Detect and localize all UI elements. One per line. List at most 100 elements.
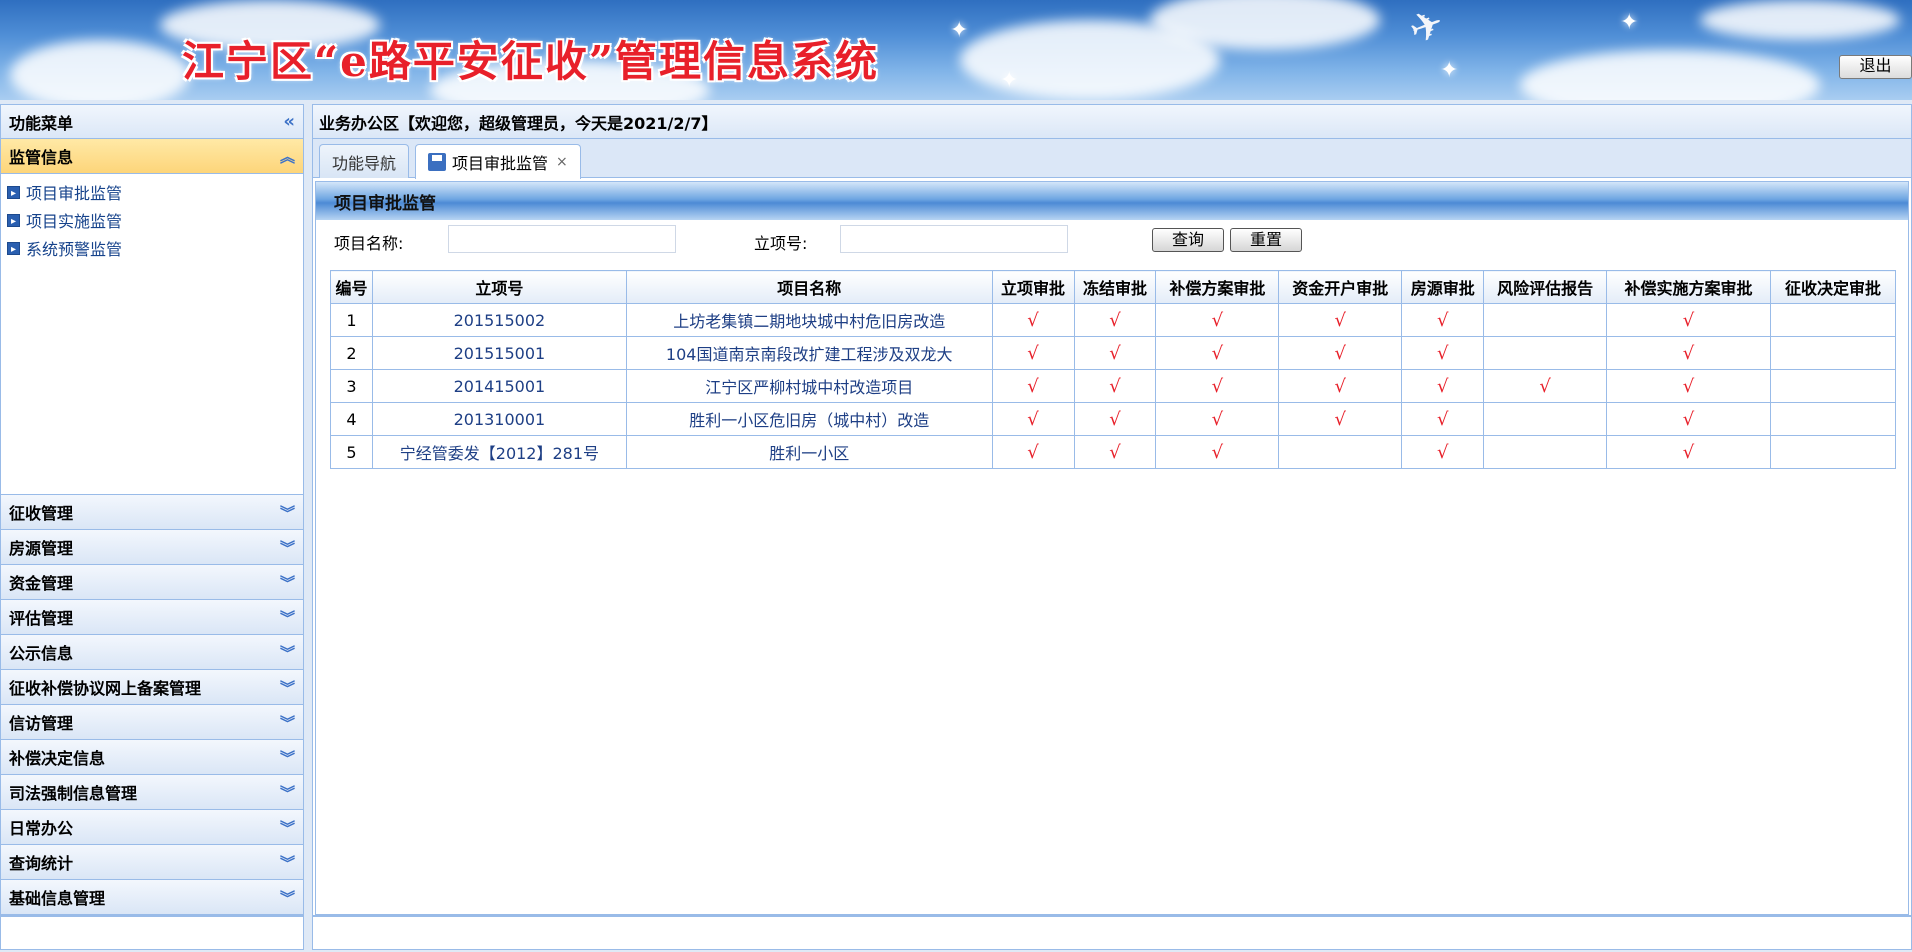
sidebar-item-project-implementation[interactable]: ▸ 项目实施监管 (1, 206, 303, 234)
column-header[interactable]: 资金开户审批 (1278, 270, 1403, 304)
table-row[interactable]: 3 201415001 江宁区严柳村城中村改造项目 √ √ √ √ √ √ √ (330, 369, 1897, 403)
panel-title: 项目审批监管 (316, 182, 1908, 220)
column-header[interactable]: 房源审批 (1401, 270, 1485, 304)
sidebar-section-label: 征收补偿协议网上备案管理 (9, 679, 202, 698)
column-header[interactable]: 冻结审批 (1073, 270, 1157, 304)
sidebar-section[interactable]: 评估管理 ︾ (1, 600, 303, 635)
sidebar-section[interactable]: 房源管理 ︾ (1, 530, 303, 565)
column-header[interactable]: 补偿实施方案审批 (1606, 270, 1771, 304)
chevron-up-icon[interactable]: ︽ (280, 146, 295, 167)
sidebar-section[interactable]: 公示信息 ︾ (1, 635, 303, 670)
sidebar-section-label: 基础信息管理 (9, 889, 106, 908)
approval-check-cell (1769, 369, 1897, 403)
column-header[interactable]: 补偿方案审批 (1155, 270, 1280, 304)
reset-button[interactable]: 重置 (1230, 228, 1302, 252)
collapse-left-icon[interactable]: « (283, 111, 295, 132)
project-code-input[interactable] (840, 225, 1068, 253)
project-name-cell[interactable]: 胜利一小区危旧房（城中村）改造 (625, 402, 993, 436)
column-header[interactable]: 立项号 (371, 270, 627, 304)
sidebar-title: 功能菜单 (9, 113, 74, 133)
approval-table: 编号 立项号 项目名称 立项审批 冻结审批 补偿方案审批 资金开户审批 房源审批 风险评估报告补… (330, 270, 1897, 469)
chevron-down-icon[interactable]: ︾ (280, 607, 295, 628)
sidebar-section-label: 资金管理 (9, 574, 74, 593)
project-name-cell[interactable]: 104国道南京南段改扩建工程涉及双龙大 (625, 336, 993, 370)
close-icon[interactable]: × (556, 154, 568, 170)
chevron-down-icon[interactable]: ︾ (280, 817, 295, 838)
tab-bar: 功能导航 项目审批监管 × (313, 139, 1911, 179)
sidebar-item-system-warning[interactable]: ▸ 系统预警监管 (1, 234, 303, 262)
tab-function-nav[interactable]: 功能导航 (319, 144, 410, 178)
sidebar-section[interactable]: 查询统计 ︾ (1, 845, 303, 880)
project-code-cell[interactable]: 201415001 (371, 369, 627, 403)
column-header[interactable]: 立项审批 (991, 270, 1075, 304)
sidebar-section[interactable]: 司法强制信息管理 ︾ (1, 775, 303, 810)
project-name-cell[interactable]: 上坊老集镇二期地块城中村危旧房改造 (625, 303, 993, 337)
search-form: 项目名称: 立项号: 查询 重置 (316, 220, 1908, 262)
approval-check-cell: √ (991, 369, 1075, 403)
table-row[interactable]: 2 201515001 104国道南京南段改扩建工程涉及双龙大 √ √ √ √ √ √ (330, 336, 1897, 370)
sidebar-section[interactable]: 补偿决定信息 ︾ (1, 740, 303, 775)
chevron-down-icon[interactable]: ︾ (280, 887, 295, 908)
chevron-down-icon[interactable]: ︾ (280, 642, 295, 663)
project-code-cell[interactable]: 201515002 (371, 303, 627, 337)
project-name-cell[interactable]: 胜利一小区 (625, 435, 993, 469)
approval-check-cell: √ (1073, 336, 1157, 370)
chevron-down-icon[interactable]: ︾ (280, 502, 295, 523)
sidebar-header: 功能菜单 « (1, 105, 303, 139)
project-code-cell[interactable]: 201310001 (371, 402, 627, 436)
chevron-down-icon[interactable]: ︾ (280, 677, 295, 698)
approval-check-cell: √ (1073, 435, 1157, 469)
chevron-down-icon[interactable]: ︾ (280, 537, 295, 558)
chevron-down-icon[interactable]: ︾ (280, 747, 295, 768)
chevron-down-icon[interactable]: ︾ (280, 852, 295, 873)
sidebar-item-project-approval[interactable]: ▸ 项目审批监管 (1, 178, 303, 206)
sidebar-section-active[interactable]: 监管信息 ︽ (1, 139, 303, 174)
approval-check-cell: √ (1401, 435, 1485, 469)
sidebar-section[interactable]: 征收补偿协议网上备案管理 ︾ (1, 670, 303, 705)
sidebar-section[interactable]: 日常办公 ︾ (1, 810, 303, 845)
column-header[interactable]: 风险评估报告 (1483, 270, 1608, 304)
approval-check-cell: √ (1606, 303, 1771, 337)
approval-check-cell: √ (1606, 435, 1771, 469)
sidebar-section[interactable]: 信访管理 ︾ (1, 705, 303, 740)
sidebar: 功能菜单 « 监管信息 ︽ ▸ 项目审批监管 ▸ 项目实施监管 ▸ 系统预警监管… (0, 104, 304, 916)
column-header[interactable]: 编号 (330, 270, 373, 304)
query-button[interactable]: 查询 (1152, 228, 1224, 252)
project-name-input[interactable] (448, 225, 676, 253)
main-area: 业务办公区【欢迎您，超级管理员，今天是2021/2/7】 功能导航 项目审批监管… (312, 104, 1912, 916)
main-header: 业务办公区【欢迎您，超级管理员，今天是2021/2/7】 (313, 105, 1911, 139)
sidebar-section-label: 补偿决定信息 (9, 749, 106, 768)
approval-check-cell: √ (1278, 303, 1403, 337)
chevron-down-icon[interactable]: ︾ (280, 712, 295, 733)
approval-check-cell (1483, 435, 1608, 469)
project-code-cell[interactable]: 201515001 (371, 336, 627, 370)
banner: ✦ ✦ ✦ ✦ ✈ 江宁区“e路平安征收”管理信息系统 退出 (0, 0, 1912, 100)
chevron-down-icon[interactable]: ︾ (280, 572, 295, 593)
sidebar-section-label: 公示信息 (9, 644, 74, 663)
tab-project-approval[interactable]: 项目审批监管 × (415, 144, 581, 179)
sidebar-section[interactable]: 征收管理 ︾ (1, 495, 303, 530)
project-name-cell[interactable]: 江宁区严柳村城中村改造项目 (625, 369, 993, 403)
project-code-cell[interactable]: 宁经管委发【2012】281号 (371, 435, 627, 469)
tab-label: 功能导航 (332, 153, 397, 173)
sidebar-section[interactable]: 基础信息管理 ︾ (1, 880, 303, 915)
approval-check-cell: √ (1073, 303, 1157, 337)
row-number-cell: 5 (330, 435, 373, 469)
table-row[interactable]: 4 201310001 胜利一小区危旧房（城中村）改造 √ √ √ √ √ √ (330, 402, 1897, 436)
sidebar-section-label: 评估管理 (9, 609, 74, 628)
approval-check-cell: √ (1401, 402, 1485, 436)
approval-check-cell: √ (1278, 369, 1403, 403)
approval-check-cell (1769, 435, 1897, 469)
approval-check-cell: √ (991, 303, 1075, 337)
approval-check-cell: √ (1606, 336, 1771, 370)
table-row[interactable]: 1 201515002 上坊老集镇二期地块城中村危旧房改造 √ √ √ √ √ √ (330, 303, 1897, 337)
column-header[interactable]: 征收决定审批 (1769, 270, 1897, 304)
chevron-down-icon[interactable]: ︾ (280, 782, 295, 803)
sidebar-section[interactable]: 资金管理 ︾ (1, 565, 303, 600)
sidebar-sub-list: ▸ 项目审批监管 ▸ 项目实施监管 ▸ 系统预警监管 (1, 174, 303, 494)
logout-button[interactable]: 退出 (1839, 55, 1912, 79)
approval-check-cell: √ (1401, 303, 1485, 337)
table-row[interactable]: 5 宁经管委发【2012】281号 胜利一小区 √ √ √ √ √ (330, 435, 1897, 469)
approval-check-cell: √ (1155, 303, 1280, 337)
column-header[interactable]: 项目名称 (625, 270, 993, 304)
